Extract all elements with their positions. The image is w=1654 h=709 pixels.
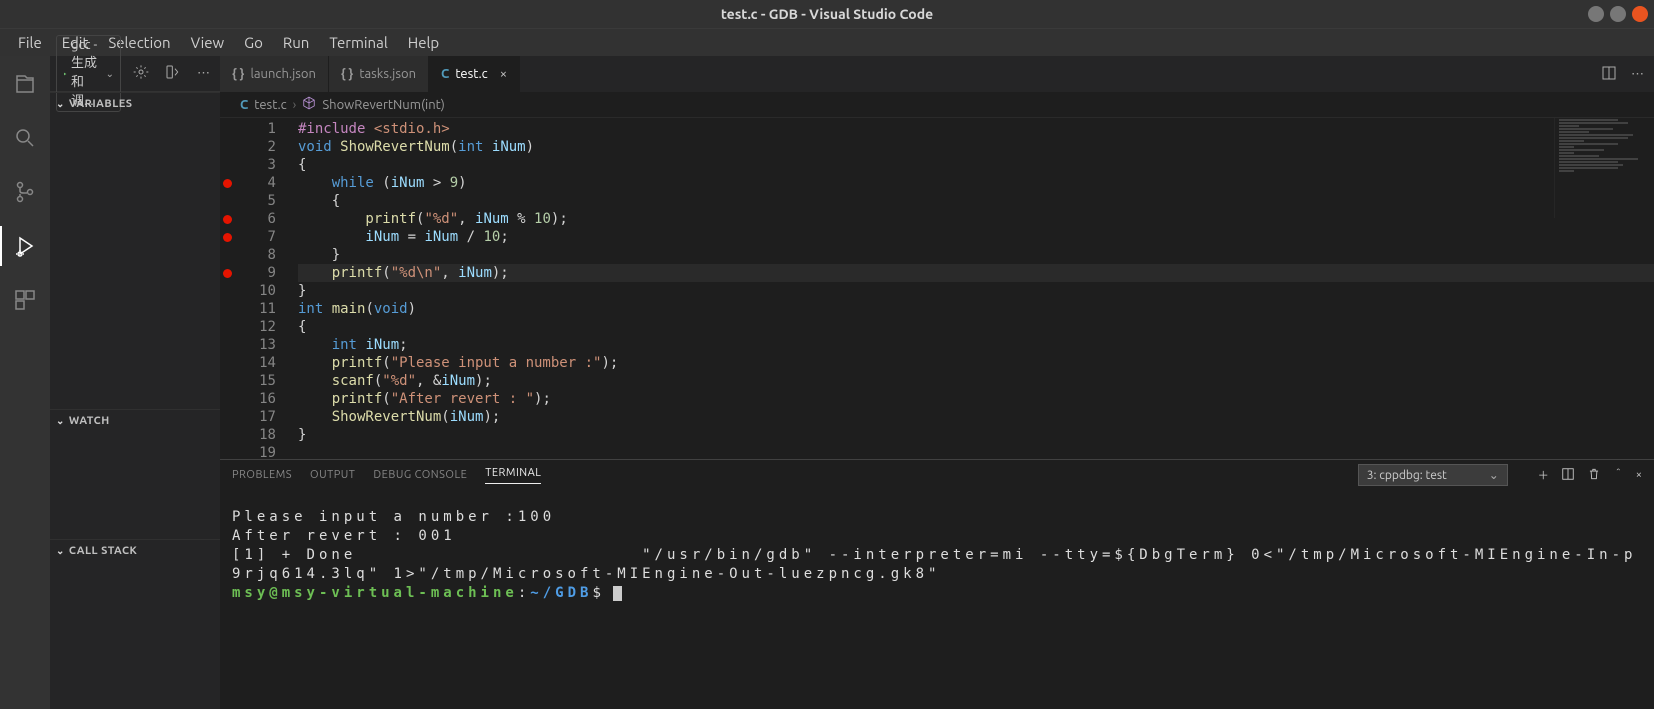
menu-help[interactable]: Help	[398, 31, 449, 54]
split-terminal-icon[interactable]	[1561, 467, 1575, 484]
chevron-right-icon: ›	[293, 98, 297, 112]
chevron-down-icon: ⌄	[1489, 468, 1499, 482]
line-number-gutter[interactable]: 12345678910111213141516171819	[236, 118, 286, 459]
tab-launch-json[interactable]: { }launch.json	[220, 56, 329, 92]
bottom-panel: PROBLEMS OUTPUT DEBUG CONSOLE TERMINAL 3…	[220, 459, 1654, 709]
menu-view[interactable]: View	[181, 31, 235, 54]
breakpoint-gutter[interactable]	[220, 118, 236, 459]
tab-test-c[interactable]: Ctest.c×	[429, 56, 520, 92]
editor[interactable]: 12345678910111213141516171819 #include <…	[220, 118, 1654, 459]
debug-config-bar: gcc - 生成和调... ⌄ ⋯	[50, 56, 220, 92]
c-file-icon: C	[441, 67, 449, 81]
kill-terminal-icon[interactable]	[1587, 467, 1601, 484]
activity-bar	[0, 56, 50, 709]
terminal-body[interactable]: Please input a number :100After revert :…	[220, 490, 1654, 709]
minimize-icon[interactable]	[1588, 6, 1604, 22]
close-panel-icon[interactable]: ×	[1636, 469, 1642, 481]
window-controls	[1588, 6, 1648, 22]
menu-go[interactable]: Go	[234, 31, 273, 54]
more-actions-icon[interactable]: ⋯	[193, 64, 214, 83]
debug-sidebar: gcc - 生成和调... ⌄ ⋯ ⌄VARIABLES ⌄WATCH ⌄CAL…	[50, 56, 220, 709]
split-editor-icon[interactable]	[1601, 65, 1617, 84]
extensions-icon[interactable]	[0, 280, 50, 320]
editor-actions: ⋯	[1591, 56, 1654, 92]
panel-tab-debug-console[interactable]: DEBUG CONSOLE	[373, 469, 467, 481]
close-tab-icon[interactable]: ×	[500, 67, 507, 81]
code-area[interactable]: #include <stdio.h>void ShowRevertNum(int…	[286, 118, 1654, 459]
window-title: test.c - GDB - Visual Studio Code	[721, 6, 933, 22]
symbol-container-icon	[302, 96, 316, 113]
new-terminal-icon[interactable]: ＋	[1538, 467, 1549, 483]
tab-tasks-json[interactable]: { }tasks.json	[329, 56, 429, 92]
explorer-icon[interactable]	[0, 64, 50, 104]
editor-column: { }launch.json { }tasks.json Ctest.c× ⋯ …	[220, 56, 1654, 709]
section-variables-header[interactable]: ⌄VARIABLES	[50, 92, 220, 114]
minimap[interactable]	[1554, 118, 1654, 218]
c-file-icon: C	[240, 98, 248, 112]
editor-more-icon[interactable]: ⋯	[1631, 67, 1644, 82]
json-icon: { }	[341, 67, 353, 81]
editor-tabs: { }launch.json { }tasks.json Ctest.c× ⋯	[220, 56, 1654, 92]
menu-run[interactable]: Run	[273, 31, 319, 54]
gear-icon[interactable]	[129, 62, 153, 85]
maximize-panel-icon[interactable]: ＾	[1613, 467, 1624, 483]
search-icon[interactable]	[0, 118, 50, 158]
terminal-selector[interactable]: 3: cppdbg: test⌄	[1358, 464, 1508, 486]
alt-config-icon[interactable]	[161, 62, 185, 85]
maximize-icon[interactable]	[1610, 6, 1626, 22]
breadcrumb-symbol[interactable]: ShowRevertNum(int)	[322, 98, 445, 112]
source-control-icon[interactable]	[0, 172, 50, 212]
section-callstack-header[interactable]: ⌄CALL STACK	[50, 539, 220, 561]
panel-tab-problems[interactable]: PROBLEMS	[232, 469, 292, 481]
menu-file[interactable]: File	[8, 31, 52, 54]
panel-tabs: PROBLEMS OUTPUT DEBUG CONSOLE TERMINAL 3…	[220, 460, 1654, 490]
panel-tab-output[interactable]: OUTPUT	[310, 469, 355, 481]
breadcrumb[interactable]: C test.c › ShowRevertNum(int)	[220, 92, 1654, 118]
titlebar: test.c - GDB - Visual Studio Code	[0, 0, 1654, 28]
section-watch-header[interactable]: ⌄WATCH	[50, 409, 220, 431]
breadcrumb-file[interactable]: test.c	[254, 98, 286, 112]
close-icon[interactable]	[1632, 6, 1648, 22]
run-debug-icon[interactable]	[0, 226, 50, 266]
panel-tab-terminal[interactable]: TERMINAL	[485, 467, 541, 484]
json-icon: { }	[232, 67, 244, 81]
menu-terminal[interactable]: Terminal	[319, 31, 397, 54]
menubar: File Edit Selection View Go Run Terminal…	[0, 28, 1654, 56]
